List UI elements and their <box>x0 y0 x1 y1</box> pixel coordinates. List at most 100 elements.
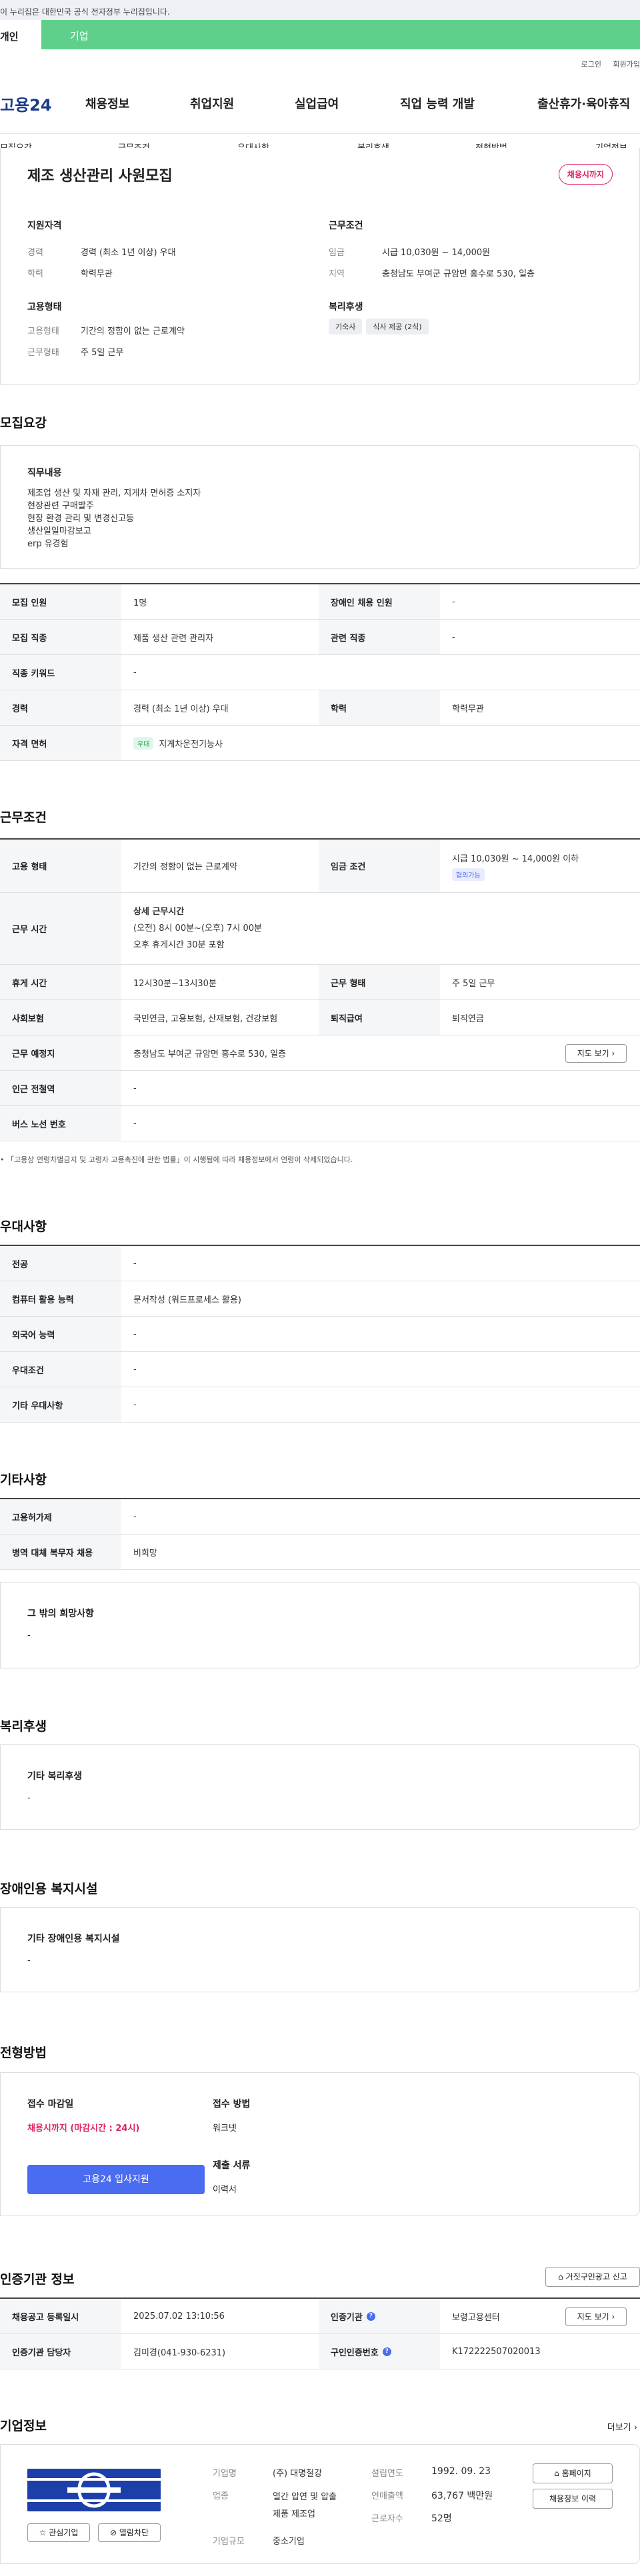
method-heading: 접수 방법 <box>213 2099 251 2110</box>
method-value: 워크넷 <box>213 2124 237 2134</box>
block-icon: ⊘ <box>109 2528 117 2537</box>
table-row: 사회보험 국민연금, 고용보험, 산재보험, 건강보험 퇴직급여 퇴직연금 <box>0 1000 640 1035</box>
td-cell: - <box>452 632 455 642</box>
qual-heading: 지원자격 <box>27 221 62 231</box>
info-icon[interactable]: ? <box>366 2311 375 2321</box>
th-cell: 전공 <box>0 1246 121 1281</box>
recruit-table: 모집 인원 1명 장애인 채용 인원 - 모집 직종 제품 생산 관련 관리자 … <box>0 583 640 761</box>
etc-title: 기타사항 <box>0 1473 47 1487</box>
home-icon: ⌂ <box>554 2469 559 2478</box>
th-cell: 모집 인원 <box>0 584 121 619</box>
td-cell: 비희망 <box>133 1548 157 1559</box>
company-more-link[interactable]: 더보기 › <box>607 2420 637 2433</box>
join-link[interactable]: 회원가입 <box>613 60 640 69</box>
td-cell: 주 5일 근무 <box>452 978 495 989</box>
tab-personal[interactable]: 개인 <box>0 20 41 49</box>
gnb-item-jobs[interactable]: 채용정보 <box>85 95 129 112</box>
table-row: 휴게 시간 12시30분~13시30분 근무 형태 주 5일 근무 <box>0 965 640 1000</box>
map-button[interactable]: 지도 보기 › <box>565 1044 627 1063</box>
etc-box-value: - <box>27 1630 31 1640</box>
size-value: 중소기업 <box>273 2537 305 2547</box>
emp-heading: 고용형태 <box>27 302 62 313</box>
th-cell: 모집 직종 <box>0 620 121 654</box>
selection-title: 전형방법 <box>0 2046 47 2060</box>
td-cell: 김미경(041-930-6231) <box>133 2347 226 2358</box>
table-row: 근무 예정지 충청남도 부여군 규암면 홍수로 530, 일층 지도 보기 › <box>0 1035 640 1071</box>
duty-line: 현장 환경 관리 및 변경신고등 <box>27 514 135 524</box>
homepage-label: 홈페이지 <box>561 2469 591 2478</box>
job-summary-card: 제조 생산관리 사원모집 채용시까지 지원자격 경력 경력 (최소 1년 이상)… <box>0 148 640 385</box>
gnb-item-benefit[interactable]: 실업급여 <box>295 95 339 112</box>
site-logo[interactable]: 고용24 <box>0 92 52 115</box>
time-line: (오전) 8시 00분~(오후) 7시 00분 <box>133 924 263 934</box>
table-row: 고용 형태 기간의 정함이 없는 근로계약 임금 조건 시급 10,030원 ~… <box>0 840 640 893</box>
table-row: 인증기관 담당자 김미경(041-930-6231) 구인인증번호? K1722… <box>0 2334 640 2369</box>
table-row: 인근 전철역 - <box>0 1071 640 1106</box>
pref-title: 우대사항 <box>0 1219 47 1234</box>
cond-heading: 근무조건 <box>329 221 363 231</box>
welfare-box: 기타 복리후생 - <box>0 1744 640 1830</box>
license-cell: 우대 지게차운전기능사 <box>121 726 223 760</box>
welfare-pill: 기숙사 <box>329 319 363 334</box>
disabled-box-value: - <box>27 1956 31 1966</box>
industry-line: 제품 제조업 <box>273 2509 315 2519</box>
gnb-item-training[interactable]: 직업 능력 개발 <box>400 95 475 112</box>
th-cell: 학력 <box>319 690 440 725</box>
gnb-item-leave[interactable]: 출산휴가·육아휴직 <box>537 95 630 112</box>
report-button[interactable]: ⌂ 거짓구인광고 신고 <box>545 2267 640 2287</box>
agency-table: 채용공고 등록일시 2025.07.02 13:10:56 인증기관? 보령고용… <box>0 2297 640 2369</box>
industry-label: 업종 <box>213 2491 229 2501</box>
th-cell: 장애인 채용 인원 <box>319 584 440 619</box>
table-row: 직종 키워드 - <box>0 655 640 690</box>
homepage-button[interactable]: ⌂ 홈페이지 <box>533 2463 613 2483</box>
table-row: 우대조건 - <box>0 1352 640 1387</box>
table-row: 채용공고 등록일시 2025.07.02 13:10:56 인증기관? 보령고용… <box>0 2299 640 2334</box>
etc-table: 고용허가제 - 병역 대체 복무자 채용 비희망 <box>0 1498 640 1570</box>
info-icon[interactable]: ? <box>382 2347 391 2356</box>
tab-company[interactable]: 기업 <box>70 29 89 43</box>
map-button-label: 지도 보기 <box>577 1049 609 1058</box>
cert-label-cell: 인증기관? <box>319 2299 440 2333</box>
td-cell: 문서작성 (워드프로세스 활용) <box>133 1295 241 1305</box>
th-cell: 인증기관 담당자 <box>0 2334 121 2369</box>
th-cell: 고용 형태 <box>0 840 121 892</box>
block-button[interactable]: ⊘ 열람차단 <box>98 2523 161 2542</box>
name-value: (주) 대명철강 <box>273 2469 323 2479</box>
negotiable-badge: 협의가능 <box>452 868 485 881</box>
company-box: ☆ 관심기업 ⊘ 열람차단 기업명 (주) 대명철강 업종 열간 압연 및 압출… <box>0 2444 640 2564</box>
td-cell: 퇴직연금 <box>452 1013 484 1024</box>
career-value: 경력 (최소 1년 이상) 우대 <box>81 248 176 258</box>
td-cell: 국민연금, 고용보험, 산재보험, 건강보험 <box>133 1013 278 1024</box>
gov-banner: 이 누리집은 대한민국 공식 전자정부 누리집입니다. <box>0 0 640 20</box>
history-button[interactable]: 채용정보 이력 <box>533 2489 613 2509</box>
td-cell: 1명 <box>133 598 147 608</box>
table-row: 컴퓨터 활용 능력 문서작성 (워드프로세스 활용) <box>0 1281 640 1317</box>
th-cell: 임금 조건 <box>319 840 440 892</box>
license-value: 지게차운전기능사 <box>159 739 223 750</box>
td-cell: K172222507020013 <box>452 2346 541 2357</box>
disabled-box: 기타 장애인용 복지시설 - <box>0 1907 640 1992</box>
td-cell: 2025.07.02 13:10:56 <box>133 2311 225 2321</box>
company-title: 기업정보 <box>0 2419 47 2433</box>
th-cell: 사회보험 <box>0 1000 121 1035</box>
table-row: 외국어 능력 - <box>0 1317 640 1352</box>
td-cell: - <box>133 1364 137 1375</box>
apply-button[interactable]: 고용24 입사지원 <box>27 2165 205 2194</box>
pref-table: 전공 - 컴퓨터 활용 능력 문서작성 (워드프로세스 활용) 외국어 능력 - 우대… <box>0 1245 640 1423</box>
td-cell: 제품 생산 관련 관리자 <box>133 633 214 644</box>
company-logo-graphic <box>27 2469 161 2511</box>
more-label: 더보기 <box>607 2423 631 2433</box>
industry-line: 열간 압연 및 압출 <box>273 2492 337 2502</box>
login-link[interactable]: 로그인 <box>581 60 601 69</box>
td-cell: - <box>133 1118 137 1129</box>
disabled-title: 장애인용 복지시설 <box>0 1882 98 1896</box>
sales-label: 연매출액 <box>371 2491 403 2501</box>
favorite-button[interactable]: ☆ 관심기업 <box>27 2523 90 2542</box>
time-line: 오후 휴게시간 30분 포함 <box>133 940 225 950</box>
agency-map-button[interactable]: 지도 보기 › <box>565 2307 627 2326</box>
th-cell: 경력 <box>0 690 121 725</box>
agency-title: 인증기관 정보 <box>0 2272 75 2287</box>
num-label: 구인인증번호 <box>331 2347 379 2358</box>
disabled-box-heading: 기타 장애인용 복지시설 <box>27 1934 120 1944</box>
gnb-item-support[interactable]: 취업지원 <box>190 95 234 112</box>
